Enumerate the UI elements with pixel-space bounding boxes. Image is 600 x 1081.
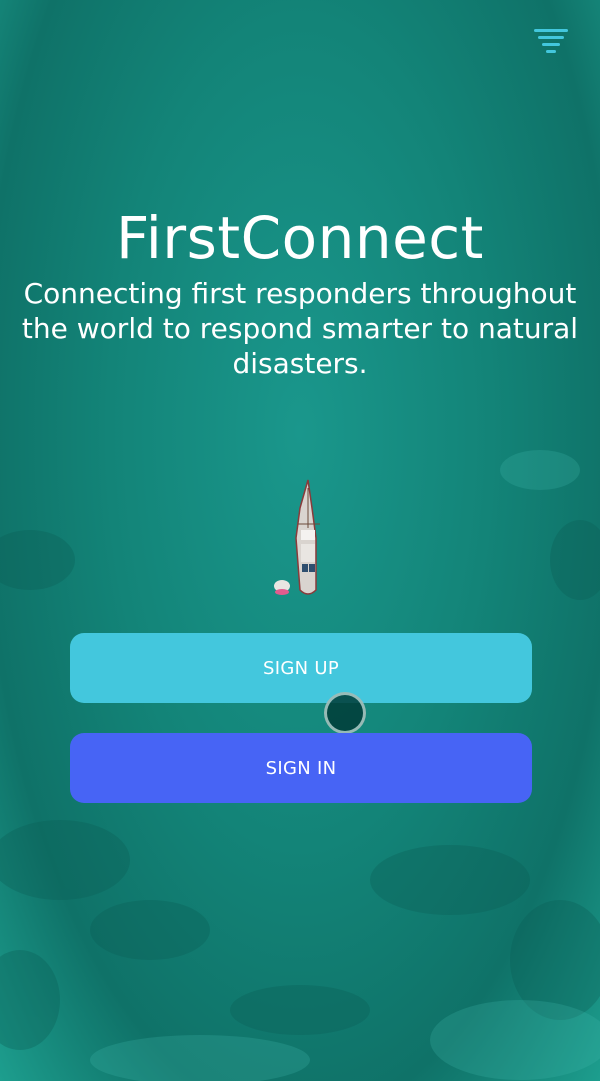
boat-image	[274, 479, 320, 595]
sign-up-button[interactable]: SIGN UP	[70, 633, 532, 703]
touch-indicator	[324, 692, 366, 734]
menu-button[interactable]	[532, 26, 572, 60]
tagline: Connecting first responders throughout t…	[21, 277, 579, 380]
hero-section: FirstConnect Connecting first responders…	[0, 200, 600, 381]
landing-screen: FirstConnect Connecting first responders…	[0, 0, 600, 1081]
sign-in-button[interactable]: SIGN IN	[70, 733, 532, 803]
app-title: FirstConnect	[116, 204, 484, 272]
filter-menu-icon	[534, 29, 568, 53]
